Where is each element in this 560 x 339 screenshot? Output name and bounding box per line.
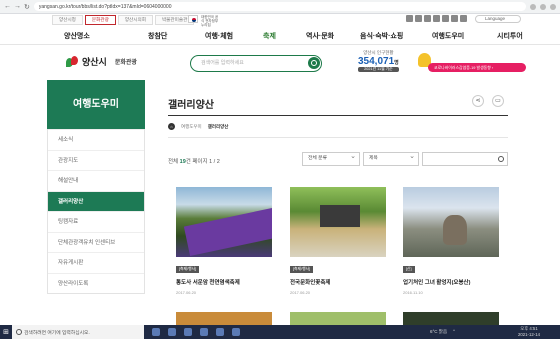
app-icon[interactable] bbox=[232, 328, 240, 336]
explorer-icon[interactable] bbox=[168, 328, 176, 336]
gallery-card[interactable]: [축제/행사] 전국문화인꽃축제 2017.06.20 bbox=[290, 187, 386, 295]
sidebar-item[interactable]: 관광지도 bbox=[48, 149, 144, 171]
tray-arrow-icon[interactable]: ⌃ bbox=[452, 329, 456, 335]
browser-extensions bbox=[530, 3, 556, 10]
gallery-card[interactable]: [축제/행사] 통도사 서운암 천연염색축제 2017.06.20 bbox=[176, 187, 272, 295]
language-select[interactable]: Language bbox=[475, 15, 521, 23]
twitter-icon[interactable] bbox=[442, 15, 449, 22]
browser-nav: ← → ↻ bbox=[4, 3, 30, 11]
card-thumbnail[interactable] bbox=[176, 187, 272, 257]
field-select[interactable]: 제목 bbox=[363, 151, 419, 166]
card-title[interactable]: 업기처인 그녀 활엉지(오봉산) bbox=[403, 278, 499, 286]
instagram-icon[interactable] bbox=[415, 15, 422, 22]
logo-name: 양산시 bbox=[82, 57, 107, 67]
card-date: 2016.11.10 bbox=[403, 290, 423, 295]
nav-item[interactable]: 여행도우미 bbox=[432, 31, 464, 41]
nav-item[interactable]: 여행·체험 bbox=[205, 31, 233, 41]
breadcrumb-item[interactable]: 여행도우미 bbox=[181, 124, 202, 130]
windows-start-icon[interactable]: ⊞ bbox=[0, 325, 12, 339]
card-title[interactable]: 통도사 서운암 천연염색축제 bbox=[176, 278, 272, 286]
windows-taskbar: ⊞ 검색하려면 여기에 입력하십시오. 6°C 맑음 ⌃ 오후 4:51 202… bbox=[0, 325, 560, 339]
sidebar-title: 여행도우미 bbox=[47, 80, 145, 129]
nav-item[interactable]: 양산명소 bbox=[64, 31, 90, 41]
card-tag: [산] bbox=[403, 266, 415, 273]
forward-icon[interactable]: → bbox=[14, 3, 21, 11]
site-tab[interactable]: 양산시청 bbox=[52, 15, 83, 25]
gov-label: 대한민국 공식 전자정부 누리집 bbox=[201, 15, 219, 27]
sidebar-item[interactable]: 팅캠자료 bbox=[48, 211, 144, 232]
site-search-input[interactable]: 검색어를 입력하세요 bbox=[190, 55, 322, 72]
logo-sub: 문화관광 bbox=[114, 60, 137, 66]
divider bbox=[168, 115, 508, 116]
nav-item[interactable]: 시티투어 bbox=[497, 31, 523, 41]
divider bbox=[168, 137, 508, 138]
youtube-icon[interactable] bbox=[433, 15, 440, 22]
task-view-icon[interactable] bbox=[152, 328, 160, 336]
breadcrumb: ⌂ 여행도우미 갤러리양산 bbox=[168, 123, 228, 130]
weather[interactable]: 6°C 맑음 bbox=[430, 329, 447, 335]
main-nav: 양산명소 창참단 여행·체험 축제 역사·문화 음식·숙박·쇼핑 여행도우미 시… bbox=[0, 27, 560, 45]
kakao-icon[interactable] bbox=[451, 15, 458, 22]
blog-icon[interactable] bbox=[424, 15, 431, 22]
card-thumbnail[interactable] bbox=[403, 187, 499, 257]
site-tab[interactable]: 문화관광 bbox=[84, 15, 116, 25]
browser-toolbar: ← → ↻ yangsan.go.kr/tour/bbs/list.do?ptI… bbox=[0, 0, 560, 14]
population-widget: 양산시 인구현황 354,071명 2021년 11월 기준 bbox=[358, 50, 399, 72]
menu-icon[interactable] bbox=[550, 3, 556, 10]
search-icon[interactable] bbox=[498, 156, 504, 162]
card-thumbnail[interactable] bbox=[290, 187, 386, 257]
star-icon[interactable] bbox=[530, 3, 536, 10]
reload-icon[interactable]: ↻ bbox=[24, 3, 30, 11]
card-tag: [축제/행사] bbox=[176, 266, 200, 273]
breadcrumb-current: 갤러리양산 bbox=[207, 123, 229, 129]
chrome-icon[interactable] bbox=[200, 328, 208, 336]
card-title[interactable]: 전국문화인꽃축제 bbox=[290, 278, 386, 286]
sidebar-item-active[interactable]: 갤러리양산 bbox=[48, 190, 144, 211]
nav-item[interactable]: 축제 bbox=[263, 31, 276, 41]
category-select[interactable]: 전체 분류 bbox=[302, 151, 360, 166]
yangsan-logo-icon bbox=[66, 55, 78, 68]
sidebar-item[interactable]: 양산라이도록 bbox=[48, 272, 144, 294]
card-date: 2017.06.20 bbox=[290, 290, 311, 295]
sidebar-item[interactable]: 자유게시판 bbox=[48, 252, 144, 273]
site-tabs: 양산시청 문화관광 양산시의회 박물관미술관 bbox=[52, 15, 196, 25]
sns-links bbox=[406, 15, 467, 22]
edge-icon[interactable] bbox=[184, 328, 192, 336]
system-tray: 6°C 맑음 ⌃ bbox=[430, 325, 456, 339]
korea-flag-icon bbox=[188, 15, 198, 23]
taskbar-search[interactable]: 검색하려면 여기에 입력하십시오. bbox=[12, 325, 144, 339]
print-icon[interactable]: ▭ bbox=[492, 95, 504, 107]
facebook-icon[interactable] bbox=[406, 15, 413, 22]
result-count: 전체 19건 페이지 1 / 2 bbox=[168, 159, 220, 165]
home-icon[interactable]: ⌂ bbox=[168, 123, 175, 130]
utility-bar: 양산시청 문화관광 양산시의회 박물관미술관 대한민국 공식 전자정부 누리집 … bbox=[0, 14, 560, 27]
population-date: 2021년 11월 기준 bbox=[358, 67, 399, 72]
sidebar: 여행도우미 세소식 관광지도 해설안내 갤러리양산 팅캠자료 단체관광객유치 인… bbox=[47, 80, 145, 294]
taskbar-apps bbox=[152, 328, 240, 336]
back-icon[interactable]: ← bbox=[4, 3, 11, 11]
keyword-input[interactable] bbox=[422, 152, 508, 166]
profile-icon[interactable] bbox=[540, 3, 546, 10]
sidebar-item[interactable]: 세소식 bbox=[48, 129, 144, 150]
nav-item[interactable]: 역사·문화 bbox=[306, 31, 334, 41]
card-date: 2017.06.20 bbox=[176, 290, 197, 295]
clock[interactable]: 오후 4:51 2021-12-14 bbox=[518, 326, 540, 338]
search-placeholder: 검색어를 입력하세요 bbox=[201, 60, 244, 66]
nav-item[interactable]: 창참단 bbox=[148, 31, 167, 41]
sidebar-item[interactable]: 해설안내 bbox=[48, 170, 144, 191]
gallery-card[interactable]: [산] 업기처인 그녀 활엉지(오봉산) 2016.11.10 bbox=[403, 187, 499, 295]
address-bar[interactable]: yangsan.go.kr/tour/bbs/list.do?ptIdx=137… bbox=[33, 2, 526, 11]
card-tag: [축제/행사] bbox=[290, 266, 314, 273]
app-icon[interactable] bbox=[216, 328, 224, 336]
sidebar-item[interactable]: 단체관광객유치 인센티브 bbox=[48, 231, 144, 253]
band-icon[interactable] bbox=[460, 15, 467, 22]
covid-banner-text[interactable]: 코로나바이러스감염증-19 발생동향 › bbox=[428, 63, 526, 72]
population-value: 354,071명 bbox=[358, 56, 399, 67]
share-icon[interactable]: ⋖ bbox=[472, 95, 484, 107]
site-tab[interactable]: 양산시의회 bbox=[117, 15, 153, 25]
page-title: 갤러리양산 bbox=[168, 100, 214, 111]
search-button[interactable] bbox=[308, 57, 320, 69]
nav-item[interactable]: 음식·숙박·쇼핑 bbox=[360, 31, 403, 41]
site-logo[interactable]: 양산시 문화관광 bbox=[66, 55, 137, 68]
